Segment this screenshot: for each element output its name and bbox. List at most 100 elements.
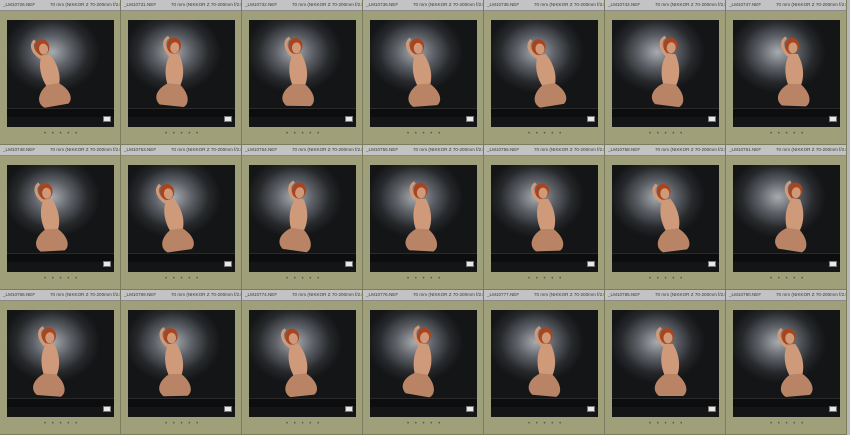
thumbnail-cell[interactable]: _LM10761.NEF 70 mm (NIKKOR Z 70-200mm f/… (726, 145, 847, 290)
photo-thumbnail[interactable] (249, 20, 356, 127)
thumbnail-cell[interactable]: _LM10766.NEF 70 mm (NIKKOR Z 70-200mm f/… (0, 290, 121, 435)
thumbnail-cell[interactable]: _LM10774.NEF 70 mm (NIKKOR Z 70-200mm f/… (242, 290, 363, 435)
photo-thumbnail[interactable] (249, 165, 356, 272)
photo-thumbnail[interactable] (370, 20, 477, 127)
edit-badge-icon[interactable] (224, 116, 232, 122)
edit-badge-icon[interactable] (587, 261, 595, 267)
filename-label: _LM10769.NEF (124, 292, 157, 297)
edit-badge-icon[interactable] (587, 406, 595, 412)
thumbnail-cell[interactable]: _LM10748.NEF 70 mm (NIKKOR Z 70-200mm f/… (0, 145, 121, 290)
lens-label: 70 mm (NIKKOR Z 70-200mm f/2.8 VR S) (50, 292, 120, 297)
edit-badge-icon[interactable] (466, 116, 474, 122)
rating-dots[interactable]: • • • • • (770, 131, 805, 137)
photo-thumbnail[interactable] (612, 20, 719, 127)
photo-thumbnail[interactable] (491, 310, 598, 417)
rating-dots[interactable]: • • • • • (770, 276, 805, 282)
thumbnail-cell[interactable]: _LM10790.NEF 70 mm (NIKKOR Z 70-200mm f/… (726, 290, 847, 435)
rating-dots[interactable]: • • • • • (407, 276, 442, 282)
legs-shape (408, 83, 441, 107)
thumbnail-cell[interactable]: _LM10742.NEF 70 mm (NIKKOR Z 70-200mm f/… (605, 0, 726, 145)
rating-dots[interactable]: • • • • • (528, 131, 563, 137)
photo-thumbnail[interactable] (128, 20, 235, 127)
edit-badge-icon[interactable] (708, 261, 716, 267)
edit-badge-icon[interactable] (829, 116, 837, 122)
edit-badge-icon[interactable] (103, 406, 111, 412)
edit-badge-icon[interactable] (829, 406, 837, 412)
thumbnail-header: _LM10766.NEF 70 mm (NIKKOR Z 70-200mm f/… (0, 290, 120, 301)
table-surface (7, 398, 114, 407)
rating-dots[interactable]: • • • • • (528, 276, 563, 282)
rating-dots[interactable]: • • • • • (770, 421, 805, 427)
legs-shape (657, 228, 690, 253)
table-surface (733, 398, 840, 407)
rating-dots[interactable]: • • • • • (649, 276, 684, 282)
edit-badge-icon[interactable] (587, 116, 595, 122)
photo-thumbnail[interactable] (7, 310, 114, 417)
thumbnail-cell[interactable]: _LM10738.NEF 70 mm (NIKKOR Z 70-200mm f/… (484, 0, 605, 145)
edit-badge-icon[interactable] (708, 406, 716, 412)
edit-badge-icon[interactable] (708, 116, 716, 122)
rating-dots[interactable]: • • • • • (407, 131, 442, 137)
rating-dots[interactable]: • • • • • (165, 131, 200, 137)
thumbnail-cell[interactable]: _LM10726.NEF 70 mm (NIKKOR Z 70-200mm f/… (0, 0, 121, 145)
rating-dots[interactable]: • • • • • (649, 421, 684, 427)
lens-label: 70 mm (NIKKOR Z 70-200mm f/2.8 VR S) (413, 2, 483, 7)
rating-dots[interactable]: • • • • • (649, 131, 684, 137)
rating-dots[interactable]: • • • • • (407, 421, 442, 427)
torso-shape (784, 343, 804, 377)
rating-dots[interactable]: • • • • • (286, 276, 321, 282)
edit-badge-icon[interactable] (345, 261, 353, 267)
photo-thumbnail[interactable] (612, 310, 719, 417)
photo-thumbnail[interactable] (370, 165, 477, 272)
photo-thumbnail[interactable] (612, 165, 719, 272)
edit-badge-icon[interactable] (829, 261, 837, 267)
photo-thumbnail[interactable] (733, 20, 840, 127)
edit-badge-icon[interactable] (224, 406, 232, 412)
rating-dots[interactable]: • • • • • (528, 421, 563, 427)
thumbnail-cell[interactable]: _LM10769.NEF 70 mm (NIKKOR Z 70-200mm f/… (121, 290, 242, 435)
edit-badge-icon[interactable] (345, 406, 353, 412)
rating-dots[interactable]: • • • • • (44, 421, 79, 427)
lens-label: 70 mm (NIKKOR Z 70-200mm f/2.8 VR S) (776, 2, 846, 7)
edit-badge-icon[interactable] (224, 261, 232, 267)
figure-silhouette (155, 183, 194, 253)
edit-badge-icon[interactable] (466, 261, 474, 267)
photo-thumbnail[interactable] (7, 165, 114, 272)
photo-thumbnail[interactable] (7, 20, 114, 127)
photo-thumbnail[interactable] (491, 165, 598, 272)
thumbnail-cell[interactable]: _LM10753.NEF 70 mm (NIKKOR Z 70-200mm f/… (121, 145, 242, 290)
photo-thumbnail[interactable] (128, 310, 235, 417)
thumbnail-cell[interactable]: _LM10776.NEF 70 mm (NIKKOR Z 70-200mm f/… (363, 290, 484, 435)
photo-thumbnail[interactable] (733, 165, 840, 272)
rating-dots[interactable]: • • • • • (286, 131, 321, 137)
photo-thumbnail[interactable] (128, 165, 235, 272)
thumbnail-header: _LM10755.NEF 70 mm (NIKKOR Z 70-200mm f/… (363, 145, 483, 156)
torso-shape (40, 198, 60, 232)
photo-thumbnail[interactable] (733, 310, 840, 417)
photo-thumbnail[interactable] (491, 20, 598, 127)
thumbnail-cell[interactable]: _LM10758.NEF 70 mm (NIKKOR Z 70-200mm f/… (605, 145, 726, 290)
photo-thumbnail[interactable] (370, 310, 477, 417)
rating-dots[interactable]: • • • • • (165, 276, 200, 282)
edit-badge-icon[interactable] (345, 116, 353, 122)
thumbnail-header: _LM10747.NEF 70 mm (NIKKOR Z 70-200mm f/… (726, 0, 846, 11)
thumbnail-cell[interactable]: _LM10756.NEF 70 mm (NIKKOR Z 70-200mm f/… (484, 145, 605, 290)
thumbnail-cell[interactable]: _LM10731.NEF 70 mm (NIKKOR Z 70-200mm f/… (121, 0, 242, 145)
thumbnail-cell[interactable]: _LM10732.NEF 70 mm (NIKKOR Z 70-200mm f/… (242, 0, 363, 145)
rating-dots[interactable]: • • • • • (44, 131, 79, 137)
rating-dots[interactable]: • • • • • (286, 421, 321, 427)
thumbnail-cell[interactable]: _LM10747.NEF 70 mm (NIKKOR Z 70-200mm f/… (726, 0, 847, 145)
thumbnail-cell[interactable]: _LM10777.NEF 70 mm (NIKKOR Z 70-200mm f/… (484, 290, 605, 435)
thumbnail-cell[interactable]: _LM10754.NEF 70 mm (NIKKOR Z 70-200mm f/… (242, 145, 363, 290)
filename-label: _LM10790.NEF (729, 292, 762, 297)
rating-dots[interactable]: • • • • • (165, 421, 200, 427)
edit-badge-icon[interactable] (103, 261, 111, 267)
photo-thumbnail[interactable] (249, 310, 356, 417)
rating-dots[interactable]: • • • • • (44, 276, 79, 282)
thumbnail-cell[interactable]: _LM10785.NEF 70 mm (NIKKOR Z 70-200mm f/… (605, 290, 726, 435)
edit-badge-icon[interactable] (466, 406, 474, 412)
thumbnail-cell[interactable]: _LM10736.NEF 70 mm (NIKKOR Z 70-200mm f/… (363, 0, 484, 145)
edit-badge-icon[interactable] (103, 116, 111, 122)
thumbnail-header: _LM10731.NEF 70 mm (NIKKOR Z 70-200mm f/… (121, 0, 241, 11)
thumbnail-cell[interactable]: _LM10755.NEF 70 mm (NIKKOR Z 70-200mm f/… (363, 145, 484, 290)
